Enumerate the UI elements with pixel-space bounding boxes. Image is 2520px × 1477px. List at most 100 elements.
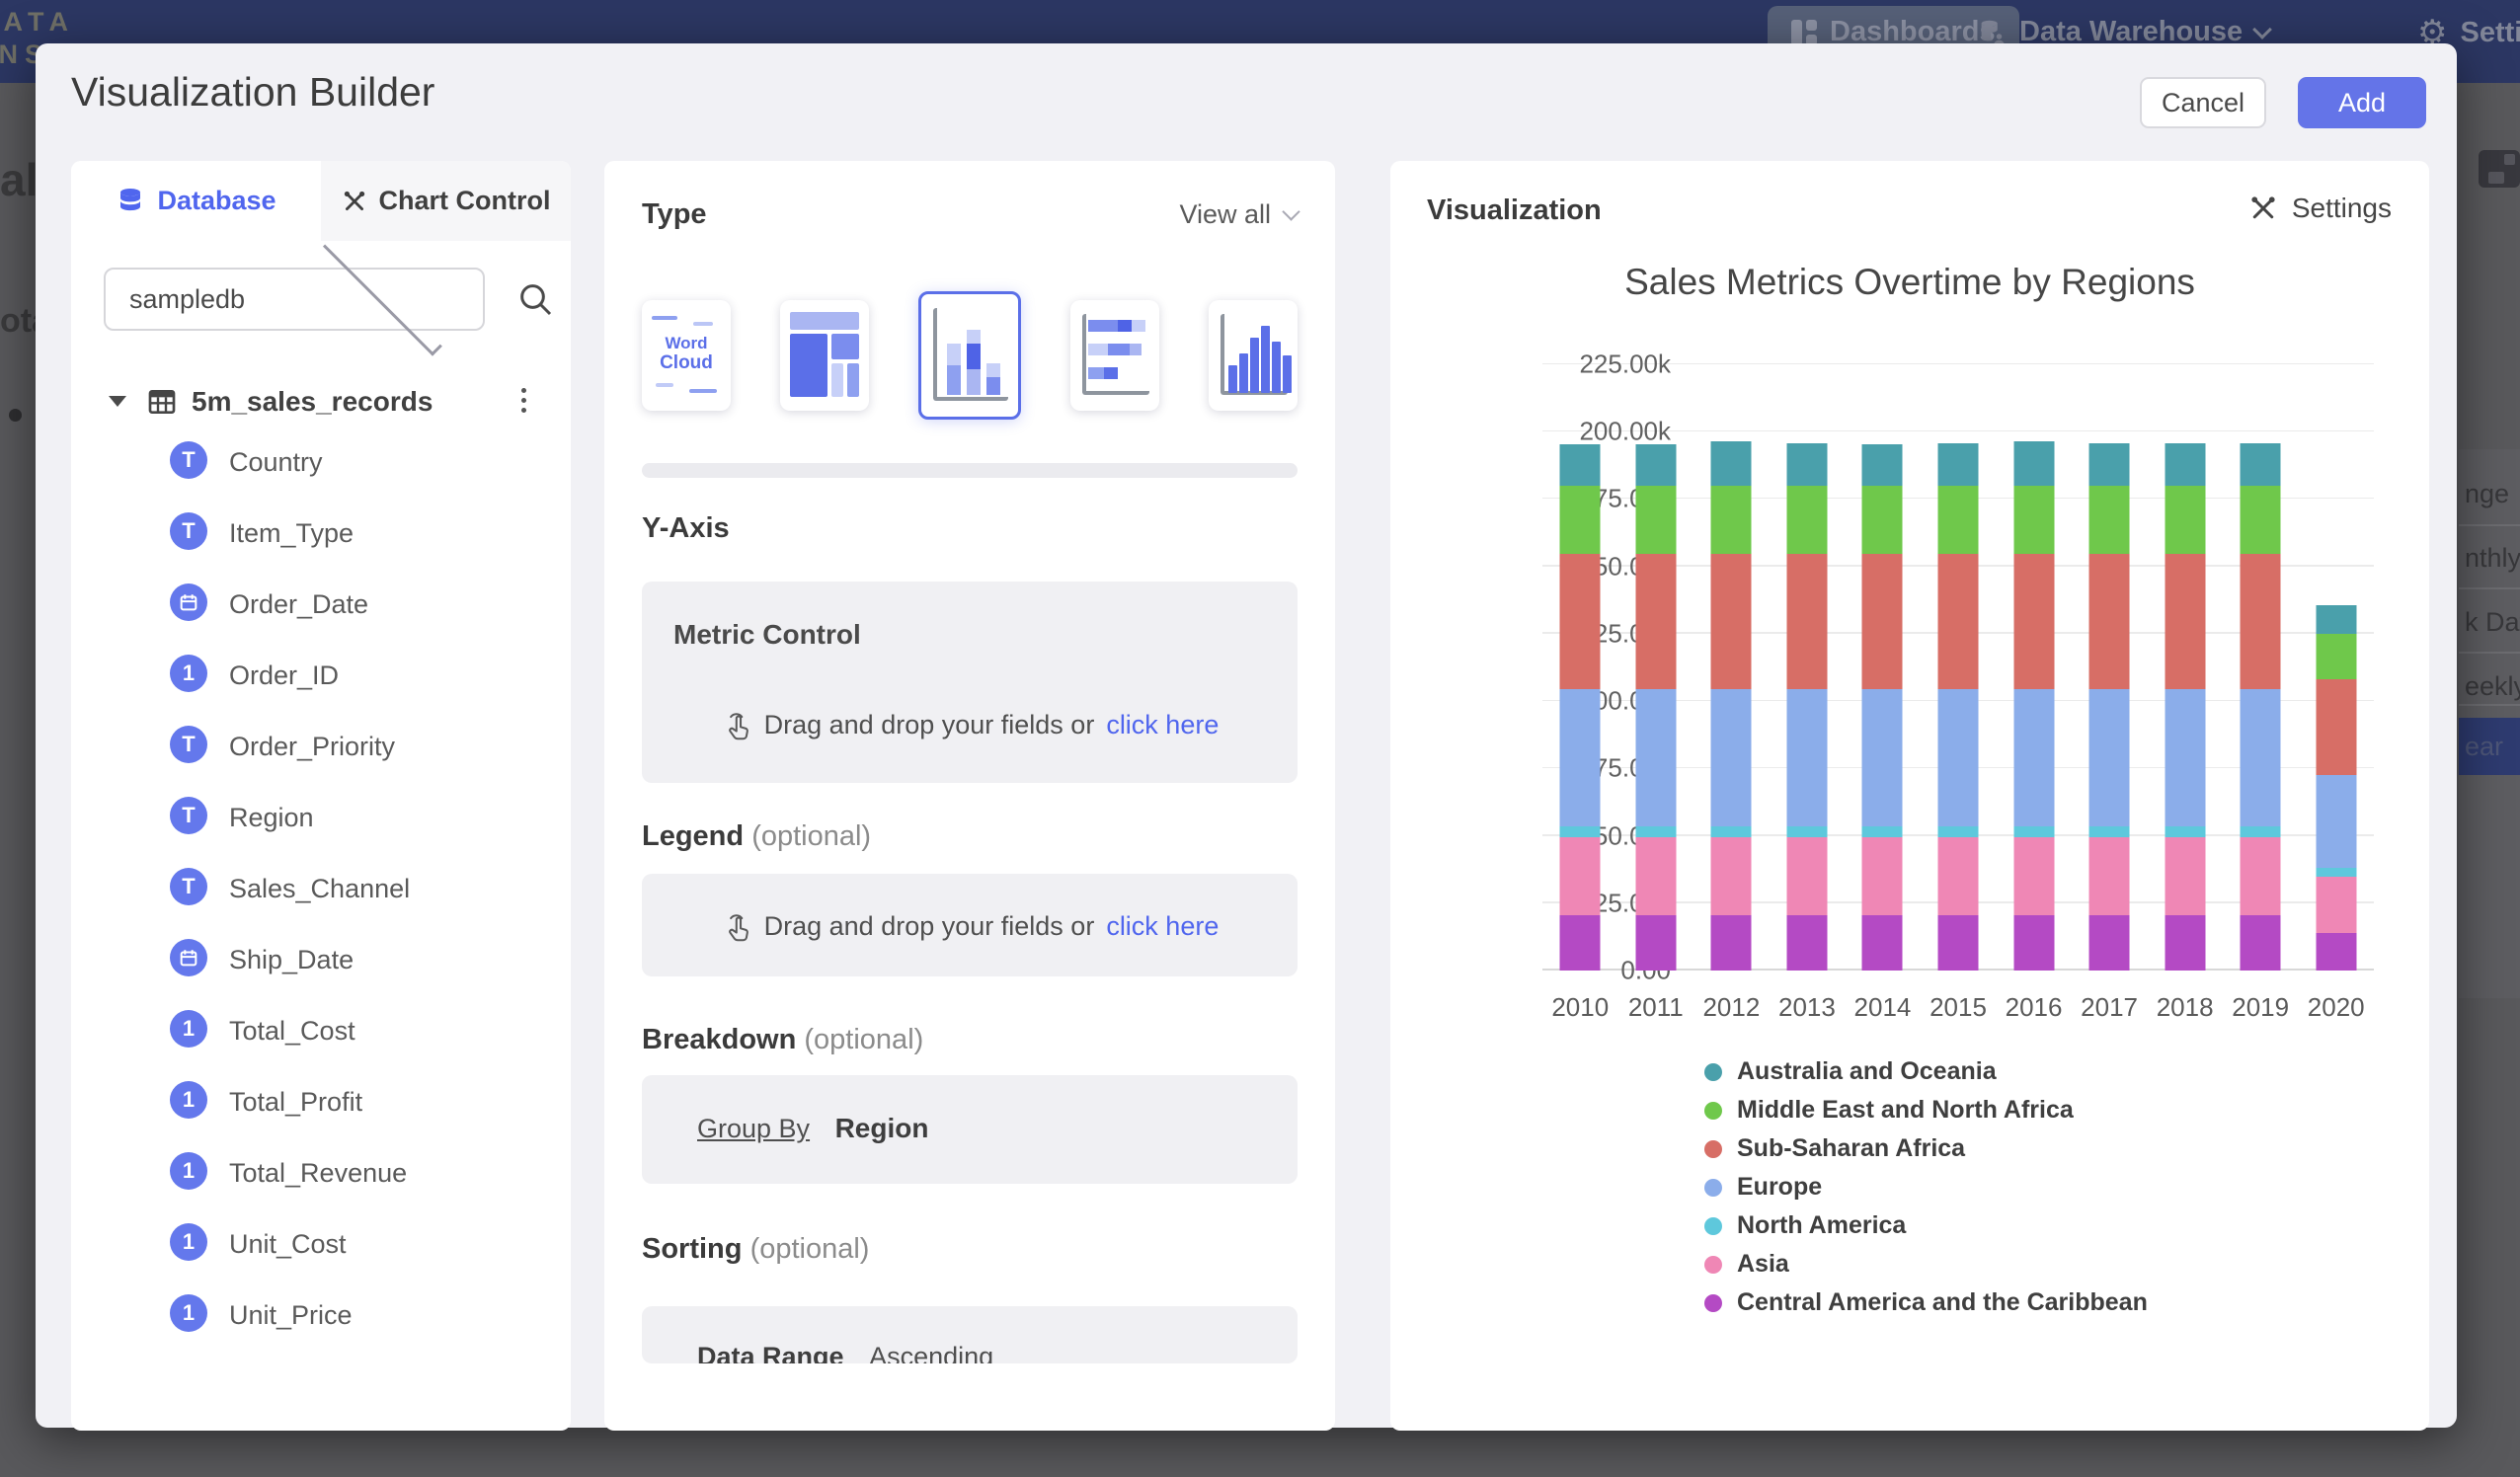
legend-item[interactable]: Middle East and North Africa [1704, 1098, 2148, 1123]
sort-field-dropdown[interactable]: Data Range [697, 1342, 844, 1363]
y-axis-header: Y-Axis [642, 512, 730, 545]
bar-segment [1560, 915, 1601, 971]
chart-type-treemap[interactable] [780, 300, 869, 411]
field-row[interactable]: 1 Total_Revenue [71, 1138, 571, 1209]
bar-segment [1862, 444, 1903, 486]
legend-item[interactable]: North America [1704, 1213, 2148, 1238]
database-select[interactable]: sampledb [104, 268, 485, 331]
bar-segment [1862, 837, 1903, 915]
field-row[interactable]: T Item_Type [71, 499, 571, 570]
bar-segment [2316, 679, 2356, 775]
field-row[interactable]: 1 Order_ID [71, 641, 571, 712]
chart-type-word-cloud[interactable]: Word Cloud [642, 300, 731, 411]
legend-item[interactable]: Sub-Saharan Africa [1704, 1136, 2148, 1161]
view-all-button[interactable]: View all [1179, 199, 1298, 230]
bar-segment [1711, 837, 1752, 915]
sorting-header: Sorting (optional) [642, 1233, 869, 1266]
field-row[interactable]: T Region [71, 783, 571, 854]
caret-down-icon[interactable] [109, 396, 126, 407]
field-label: Order_Priority [229, 732, 395, 762]
legend-item[interactable]: Europe [1704, 1175, 2148, 1200]
x-axis-tick-label: 2010 [1551, 992, 1609, 1023]
legend-item[interactable]: Australia and Oceania [1704, 1059, 2148, 1084]
bar-segment [2013, 837, 2054, 915]
bar-segment [1786, 443, 1827, 486]
date-field-icon [170, 583, 207, 621]
cancel-button[interactable]: Cancel [2140, 77, 2266, 128]
sort-direction-value[interactable]: Ascending [869, 1342, 993, 1363]
modal-title: Visualization Builder [71, 69, 434, 116]
field-row[interactable]: Order_Date [71, 570, 571, 641]
kebab-menu-icon[interactable] [517, 384, 530, 417]
legend-color-dot [1704, 1256, 1722, 1274]
field-label: Region [229, 803, 314, 833]
table-tree-row[interactable]: 5m_sales_records [71, 380, 571, 428]
legend-item[interactable]: Central America and the Caribbean [1704, 1290, 2148, 1315]
text-field-icon: T [170, 512, 207, 550]
field-row[interactable]: T Order_Priority [71, 712, 571, 783]
bar-segment [2165, 689, 2205, 826]
chart-legend: Australia and Oceania Middle East and Nor… [1704, 1059, 2148, 1329]
x-axis-tick-label: 2020 [2308, 992, 2365, 1023]
bar-segment [2013, 486, 2054, 555]
bar-segment [1862, 689, 1903, 826]
chart-type-list: Word Cloud [642, 289, 1298, 422]
field-row[interactable]: 1 Total_Profit [71, 1067, 571, 1138]
group-by-dropdown[interactable]: Group By [697, 1114, 810, 1143]
number-field-icon: 1 [170, 1152, 207, 1190]
field-row[interactable]: 1 Unit_Cost [71, 1209, 571, 1281]
stacked-bar-2011 [1635, 364, 1676, 971]
legend-item[interactable]: Asia [1704, 1252, 2148, 1277]
chevron-down-icon [322, 237, 441, 356]
x-axis-tick-label: 2018 [2157, 992, 2214, 1023]
field-row[interactable]: 1 Unit_Price [71, 1281, 571, 1352]
bar-segment [2089, 486, 2130, 555]
bar-segment [1635, 915, 1676, 971]
legend-label: Australia and Oceania [1737, 1057, 1997, 1086]
bar-segment [1786, 826, 1827, 837]
view-all-label: View all [1179, 199, 1271, 230]
dashboards-icon [1791, 20, 1817, 45]
metric-control-dropzone[interactable]: Metric Control Drag and drop your fields… [642, 582, 1298, 783]
field-label: Item_Type [229, 518, 354, 549]
click-here-link[interactable]: click here [1106, 710, 1219, 740]
background-text-fragment: ota [0, 302, 36, 341]
bar-segment [2089, 826, 2130, 837]
settings-button[interactable]: Settings [2248, 193, 2392, 224]
x-axis-tick-label: 2013 [1778, 992, 1836, 1023]
chart-type-column[interactable] [1209, 300, 1298, 411]
tab-database[interactable]: Database [71, 161, 321, 241]
add-button[interactable]: Add [2298, 77, 2426, 128]
bar-segment [1786, 915, 1827, 971]
bar-segment [1635, 837, 1676, 915]
group-by-value[interactable]: Region [835, 1113, 929, 1143]
field-row[interactable]: 1 Total_Cost [71, 996, 571, 1067]
bar-segment [2241, 486, 2281, 555]
field-row[interactable]: T Sales_Channel [71, 854, 571, 925]
click-here-link[interactable]: click here [1106, 911, 1219, 942]
legend-label: Sub-Saharan Africa [1737, 1134, 1965, 1163]
field-row[interactable]: Ship_Date [71, 925, 571, 996]
bar-segment [1560, 826, 1601, 837]
search-button[interactable] [515, 279, 555, 319]
breakdown-dropzone[interactable]: Group By Region [642, 1075, 1298, 1184]
legend-dropzone[interactable]: Drag and drop your fields or click here [642, 874, 1298, 976]
legend-label: Central America and the Caribbean [1737, 1288, 2148, 1317]
crossed-tools-icon [342, 189, 367, 214]
text-field-icon: T [170, 797, 207, 834]
type-scrollbar[interactable] [642, 463, 1298, 478]
bar-segment [2316, 775, 2356, 868]
sorting-dropzone[interactable]: Data Range Ascending [642, 1306, 1298, 1363]
stacked-bar-2015 [1938, 364, 1979, 971]
stacked-bar-2010 [1560, 364, 1601, 971]
bar-segment [1635, 689, 1676, 826]
legend-color-dot [1704, 1217, 1722, 1235]
chart-type-stacked-column[interactable] [918, 291, 1021, 420]
chart-type-stacked-bar[interactable] [1070, 300, 1159, 411]
tab-chart-control[interactable]: Chart Control [321, 161, 571, 241]
field-row[interactable]: T Country [71, 428, 571, 499]
table-icon [146, 386, 178, 418]
bar-segment [2013, 441, 2054, 486]
database-panel: Database Chart Control sampledb [71, 161, 571, 1431]
bar-segment [1560, 689, 1601, 826]
